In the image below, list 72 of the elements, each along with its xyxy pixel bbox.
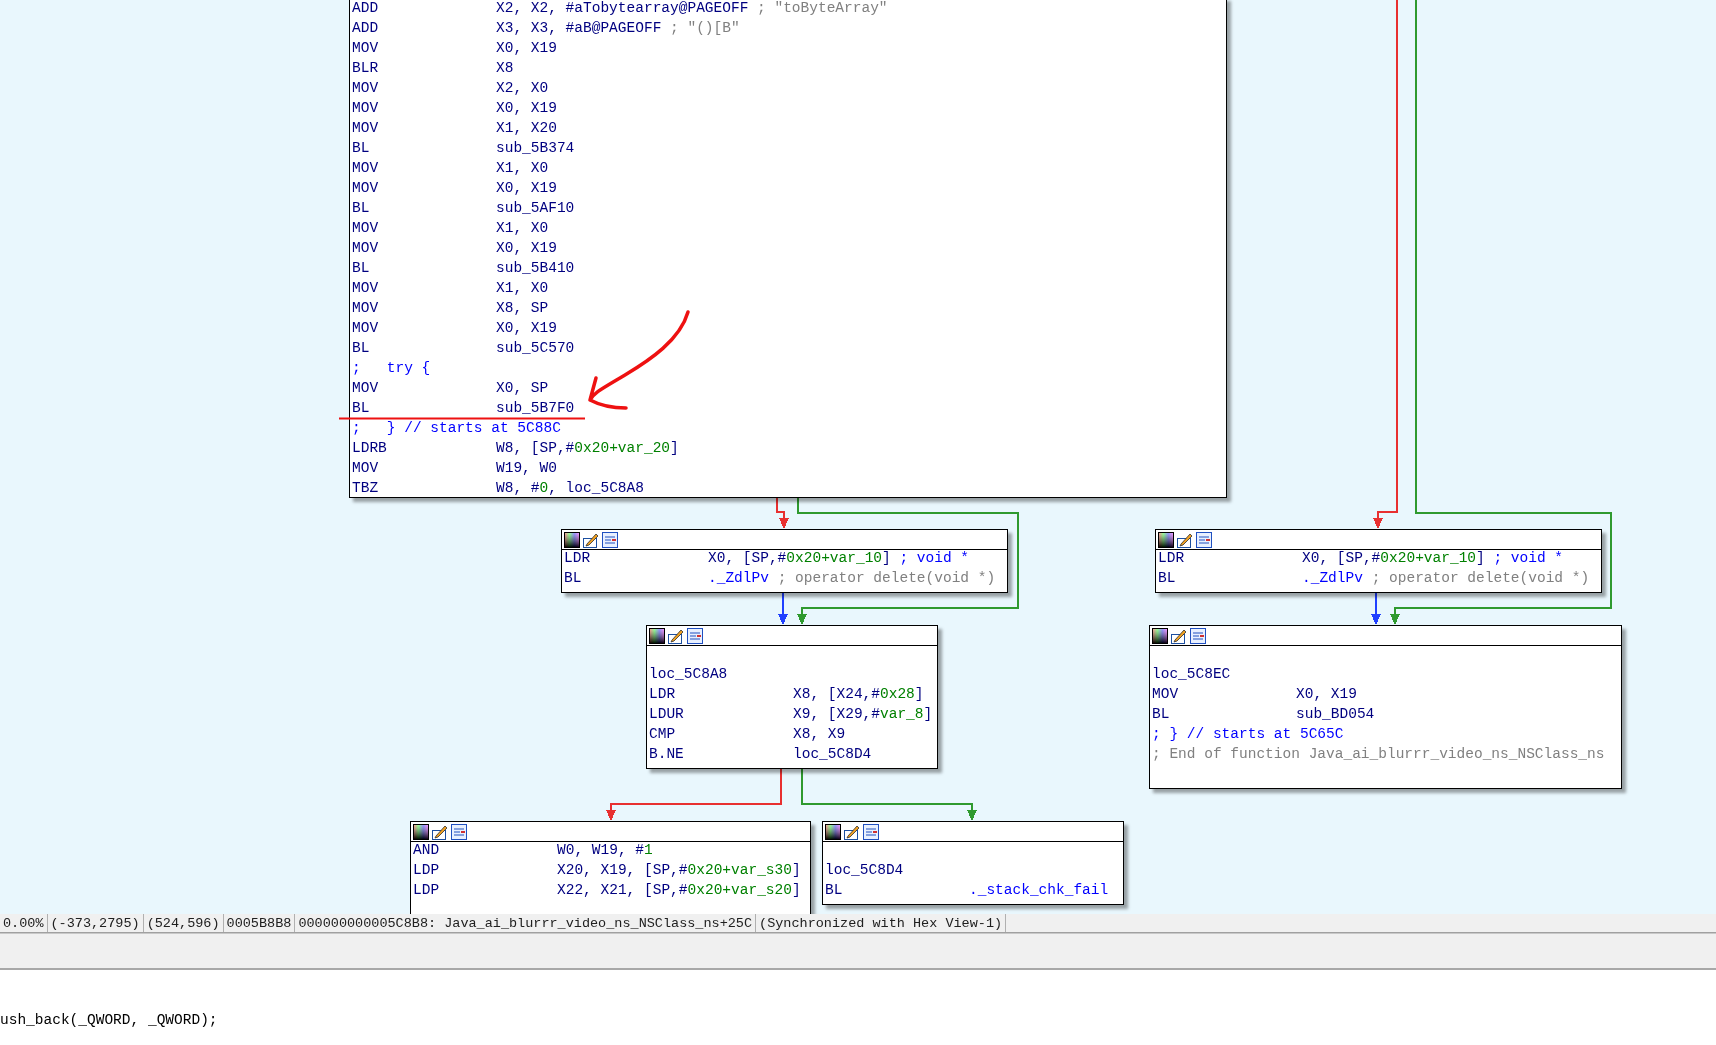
graph-icon[interactable] (451, 823, 467, 840)
graph-icon[interactable] (1190, 627, 1206, 644)
code-line: MOV W19, W0 (352, 460, 557, 477)
code-line: LDR X8, [X24,#0x28] (649, 686, 924, 703)
edge-arrow (776, 496, 789, 529)
code-line: LDR X0, [SP,#0x20+var_10] ; void * (564, 550, 970, 567)
code-line: MOV X1, X0 (352, 280, 549, 297)
edge-arrow (1371, 592, 1381, 625)
status-field: (Synchronized with Hex View-1) (756, 914, 1007, 932)
palette-icon[interactable] (1158, 531, 1174, 548)
code-line: BL sub_5AF10 (352, 200, 575, 217)
code-line: ADD X2, X2, #aTobytearray@PAGEOFF ; "toByteArray" (352, 0, 888, 17)
code-line: BLR X8 (352, 60, 514, 77)
code-line: MOV X0, X19 (352, 240, 557, 257)
status-field: 0005B8B8 (223, 914, 296, 932)
palette-icon[interactable] (649, 627, 665, 644)
code-line: TBZ W8, #0, loc_5C8A8 (352, 480, 644, 497)
graph-icon[interactable] (687, 627, 703, 644)
graph-icon[interactable] (1196, 531, 1212, 548)
code-label: loc_5C8EC (1152, 666, 1231, 683)
code-line: BL ._stack_chk_fail (825, 882, 1109, 899)
code-line: LDR X0, [SP,#0x20+var_10] ; void * (1158, 550, 1564, 567)
pencil-icon[interactable] (432, 823, 448, 840)
code-line: MOV X0, X19 (352, 180, 557, 197)
edge-arrow (778, 592, 788, 625)
code-line: MOV X0, X19 (352, 100, 557, 117)
code-line: BL sub_5B374 (352, 140, 575, 157)
code-line: MOV X0, X19 (352, 40, 557, 57)
code-line: LDP X20, X19, [SP,#0x20+var_s30] (413, 862, 801, 879)
code-label: loc_5C8D4 (825, 862, 904, 879)
code-line: BL sub_5C570 (352, 340, 575, 357)
code-line: MOV X0, X19 (352, 320, 557, 337)
code-comment: ; End of function Java_ai_blurrr_video_ns_NSClass_ns (1152, 746, 1605, 763)
code-line: MOV X2, X0 (352, 80, 549, 97)
code-line: LDP X22, X21, [SP,#0x20+var_s20] (413, 882, 801, 899)
graph-icon[interactable] (602, 531, 618, 548)
pencil-icon[interactable] (1177, 531, 1193, 548)
code-line: BL sub_BD054 (1152, 706, 1375, 723)
graph-icon[interactable] (863, 823, 879, 840)
palette-icon[interactable] (413, 823, 429, 840)
code-line: BL sub_5B7F0 (352, 400, 575, 417)
status-field: (524,596) (143, 914, 224, 932)
code-label: loc_5C8A8 (649, 666, 728, 683)
code-comment: ; try { (352, 360, 431, 377)
code-line: CMP X8, X9 (649, 726, 846, 743)
code-line: BL ._ZdlPv ; operator delete(void *) (564, 570, 996, 587)
code-line: BL ._ZdlPv ; operator delete(void *) (1158, 570, 1590, 587)
code-line: LDUR X9, [X29,#var_8] (649, 706, 933, 723)
pencil-icon[interactable] (844, 823, 860, 840)
code-line: MOV X1, X0 (352, 160, 549, 177)
code-comment: ; } // starts at 5C88C (352, 420, 561, 437)
code-line: BL sub_5B410 (352, 260, 575, 277)
pencil-icon[interactable] (1171, 627, 1187, 644)
code-line: MOV X0, SP (352, 380, 549, 397)
pencil-icon[interactable] (668, 627, 684, 644)
code-line: MOV X1, X0 (352, 220, 549, 237)
code-line: MOV X8, SP (352, 300, 549, 317)
code-line: MOV X1, X20 (352, 120, 557, 137)
code-line: ADD X3, X3, #aB@PAGEOFF ; "()[B" (352, 20, 740, 37)
pencil-icon[interactable] (583, 531, 599, 548)
status-field: 0.00% (0, 914, 48, 932)
status-field: 000000000005C8B8: Java_ai_blurrr_video_ns_NSClass_ns+25C (295, 914, 757, 932)
code-line: AND W0, W19, #1 (413, 842, 653, 859)
pseudocode-line: ush_back(_QWORD, _QWORD); (0, 1011, 218, 1030)
code-line: B.NE loc_5C8D4 (649, 746, 872, 763)
palette-icon[interactable] (564, 531, 580, 548)
code-comment: ; } // starts at 5C65C (1152, 726, 1344, 743)
palette-icon[interactable] (825, 823, 841, 840)
palette-icon[interactable] (1152, 627, 1168, 644)
status-field: (-373,2795) (47, 914, 144, 932)
code-line: LDRB W8, [SP,#0x20+var_20] (352, 440, 679, 457)
code-line: MOV X0, X19 (1152, 686, 1357, 703)
